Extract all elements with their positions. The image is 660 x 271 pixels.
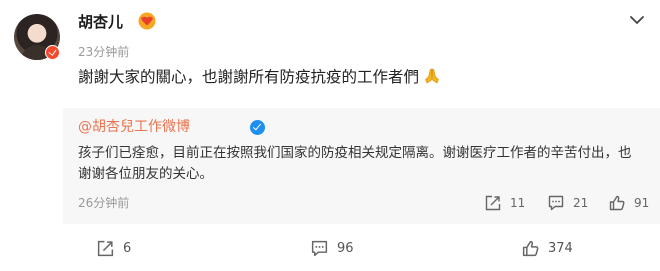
- blue-v-verified-icon: [250, 120, 265, 135]
- thumbs-up-icon: [522, 240, 539, 257]
- retweet-author-link[interactable]: @胡杏兒工作微博: [78, 117, 190, 137]
- retweet-like-count: 91: [634, 196, 650, 210]
- folded-hands-emoji-icon: [425, 68, 439, 84]
- retweet-repost-button[interactable]: 11: [484, 194, 525, 212]
- post-text: 謝謝大家的關心，也謝謝所有防疫抗疫的工作者們: [78, 66, 442, 88]
- repost-icon: [485, 195, 501, 211]
- repost-count: 6: [123, 241, 132, 256]
- like-button[interactable]: 374: [521, 239, 573, 258]
- thumbs-up-icon: [609, 195, 625, 211]
- weibo-post: 胡杏儿 23分钟前 謝謝大家的關心，也謝謝所有防疫抗疫的工作者們 @胡杏兒工作微…: [0, 0, 660, 271]
- verified-badge-icon: [45, 45, 60, 60]
- like-count: 374: [548, 241, 573, 256]
- repost-button[interactable]: 6: [96, 239, 131, 258]
- retweet-text: 孩子们已痊愈，目前正在按照我们国家的防疫相关规定隔离。谢谢医疗工作者的辛苦付出，…: [78, 145, 632, 182]
- heart-level-badge-icon: [138, 12, 156, 30]
- retweet-repost-count: 11: [510, 196, 526, 210]
- comment-icon: [548, 195, 564, 211]
- retweet-comment-count: 21: [573, 196, 589, 210]
- retweet-card[interactable]: @胡杏兒工作微博 孩子们已痊愈，目前正在按照我们国家的防疫相关规定隔离。谢谢医疗…: [63, 108, 660, 224]
- comment-icon: [311, 240, 328, 257]
- comment-button[interactable]: 96: [310, 239, 354, 258]
- post-text-content: 謝謝大家的關心，也謝謝所有防疫抗疫的工作者們: [78, 68, 420, 86]
- username[interactable]: 胡杏儿: [78, 10, 123, 34]
- chevron-down-icon[interactable]: [629, 13, 645, 27]
- post-action-bar: 6 96 374: [0, 227, 660, 271]
- comment-count: 96: [337, 241, 354, 256]
- repost-icon: [97, 240, 114, 257]
- retweet-timestamp[interactable]: 26分钟前: [78, 195, 129, 211]
- post-timestamp[interactable]: 23分钟前: [78, 44, 129, 60]
- retweet-like-button[interactable]: 91: [608, 194, 649, 212]
- retweet-comment-button[interactable]: 21: [547, 194, 588, 212]
